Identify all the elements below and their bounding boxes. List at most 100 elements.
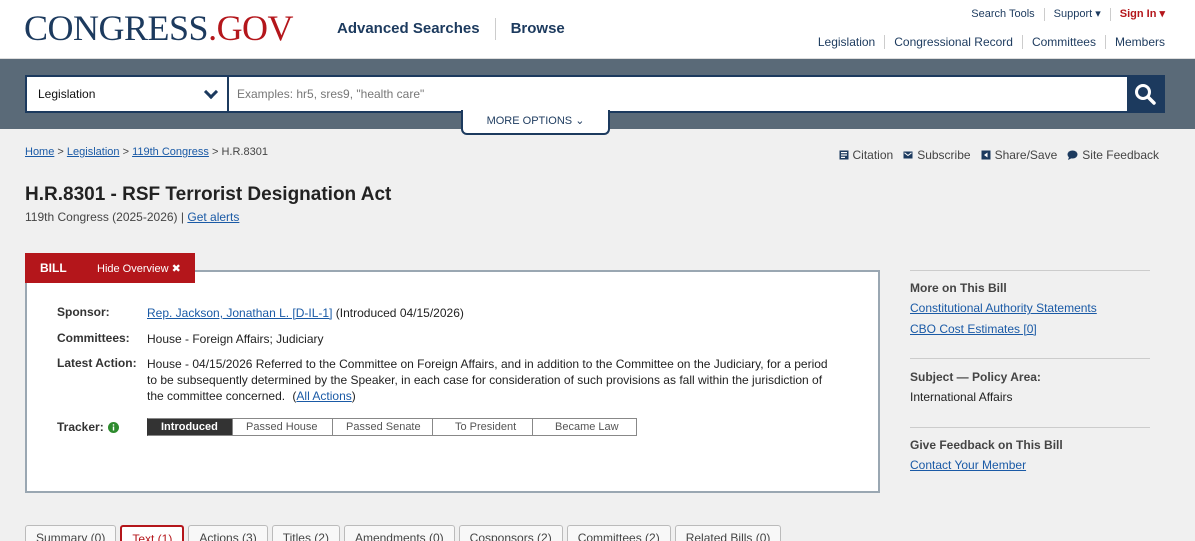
tracker-stage-to-president: To President: [433, 418, 533, 436]
policy-area-value: International Affairs: [910, 390, 1013, 404]
tracker-label: Tracker:: [57, 420, 104, 434]
breadcrumb-separator: >: [211, 146, 219, 158]
bill-tab-label: BILL: [40, 261, 67, 275]
collection-selected-value: Legislation: [38, 87, 96, 101]
latest-action-text: House - 04/15/2026 Referred to the Commi…: [147, 357, 828, 403]
latest-action-value: House - 04/15/2026 Referred to the Commi…: [147, 356, 837, 404]
hide-overview-button[interactable]: Hide Overview ✖: [97, 262, 181, 275]
search-icon: [1135, 84, 1156, 105]
subscribe-label: Subscribe: [917, 148, 971, 162]
nav-advanced-searches[interactable]: Advanced Searches: [337, 18, 495, 40]
paren-close: ): [351, 389, 356, 403]
policy-area-heading: Subject — Policy Area:: [910, 370, 1041, 384]
side-divider: [910, 358, 1150, 359]
logo-congress-text: CONGRESS: [24, 8, 209, 48]
main-nav: Advanced Searches Browse: [337, 18, 580, 40]
nav-browse[interactable]: Browse: [494, 18, 580, 40]
bill-tabs: Summary (0) Text (1) Actions (3) Titles …: [25, 525, 785, 541]
contact-your-member-link[interactable]: Contact Your Member: [910, 458, 1150, 472]
nav-legislation[interactable]: Legislation: [809, 35, 884, 49]
subscribe-button[interactable]: Subscribe: [903, 148, 971, 162]
breadcrumb-separator: >: [57, 146, 64, 158]
bill-overview-panel: Sponsor: Rep. Jackson, Jonathan L. [D-IL…: [25, 270, 880, 493]
more-options-toggle[interactable]: MORE OPTIONS ⌄: [461, 110, 610, 135]
feedback-heading: Give Feedback on This Bill: [910, 438, 1063, 452]
tab-committees[interactable]: Committees (2): [566, 525, 671, 541]
tab-related-bills[interactable]: Related Bills (0): [674, 525, 782, 541]
cbo-cost-estimates-link[interactable]: CBO Cost Estimates [0]: [910, 322, 1150, 336]
citation-icon: [839, 150, 848, 160]
share-save-button[interactable]: Share/Save: [981, 148, 1058, 162]
tab-summary[interactable]: Summary (0): [25, 525, 117, 541]
search-input[interactable]: [229, 77, 1127, 111]
page-tools: Citation Subscribe Share/Save Site Feedb…: [829, 148, 1159, 162]
breadcrumb-current: H.R.8301: [221, 146, 268, 158]
breadcrumb-separator: >: [122, 146, 129, 158]
all-actions-link[interactable]: All Actions: [296, 389, 351, 403]
committees-row: Committees: House - Foreign Affairs; Jud…: [57, 331, 837, 347]
breadcrumb-congress[interactable]: 119th Congress: [132, 146, 209, 158]
congress-gov-logo[interactable]: CONGRESS.GOV: [24, 8, 294, 48]
tab-titles[interactable]: Titles (2): [271, 525, 340, 541]
committees-label: Committees:: [57, 331, 130, 345]
committees-value: House - Foreign Affairs; Judiciary: [147, 332, 324, 346]
sponsor-row: Sponsor: Rep. Jackson, Jonathan L. [D-IL…: [57, 305, 837, 321]
collection-select[interactable]: Legislation: [27, 77, 229, 111]
latest-action-label: Latest Action:: [57, 356, 137, 370]
search-bar: Legislation: [25, 75, 1165, 113]
bill-overview-tab: BILL Hide Overview ✖: [25, 253, 195, 283]
sponsor-value: Rep. Jackson, Jonathan L. [D-IL-1] (Intr…: [147, 305, 837, 321]
feedback-section: Give Feedback on This Bill Contact Your …: [910, 438, 1150, 479]
tracker-stage-passed-house: Passed House: [233, 418, 333, 436]
breadcrumb-home[interactable]: Home: [25, 146, 54, 158]
site-feedback-button[interactable]: Site Feedback: [1067, 148, 1159, 162]
congress-label: 119th Congress (2025-2026): [25, 210, 178, 224]
get-alerts-link[interactable]: Get alerts: [187, 210, 239, 224]
logo-dot: .: [208, 8, 217, 48]
page-title: H.R.8301 - RSF Terrorist Designation Act: [25, 184, 392, 205]
support-menu[interactable]: Support ▾: [1043, 8, 1110, 21]
sign-in-menu[interactable]: Sign In ▾: [1109, 8, 1165, 21]
more-on-bill-heading: More on This Bill: [910, 281, 1007, 295]
sponsor-link[interactable]: Rep. Jackson, Jonathan L. [D-IL-1]: [147, 306, 332, 320]
latest-action-row: Latest Action: House - 04/15/2026 Referr…: [57, 356, 837, 404]
site-feedback-label: Site Feedback: [1082, 148, 1159, 162]
tab-amendments[interactable]: Amendments (0): [343, 525, 455, 541]
share-save-label: Share/Save: [994, 148, 1058, 162]
constitutional-authority-link[interactable]: Constitutional Authority Statements: [910, 301, 1150, 315]
nav-members[interactable]: Members: [1104, 35, 1165, 49]
sponsor-label: Sponsor:: [57, 305, 110, 319]
section-nav: Legislation Congressional Record Committ…: [809, 35, 1165, 49]
tab-actions[interactable]: Actions (3): [188, 525, 268, 541]
chevron-down-icon: [203, 84, 219, 99]
congress-session: 119th Congress (2025-2026) | Get alerts: [25, 210, 239, 224]
more-on-bill-section: More on This Bill Constitutional Authori…: [910, 281, 1150, 343]
search-tools-link[interactable]: Search Tools: [962, 8, 1043, 21]
tracker-stage-introduced: Introduced: [147, 418, 233, 436]
nav-congressional-record[interactable]: Congressional Record: [884, 35, 1022, 49]
info-icon[interactable]: [107, 421, 119, 433]
speech-bubble-icon: [1067, 150, 1078, 160]
side-divider: [910, 427, 1150, 428]
tracker-label-wrap: Tracker:: [57, 418, 147, 436]
bill-status-tracker: Introduced Passed House Passed Senate To…: [147, 418, 637, 436]
tracker-stage-passed-senate: Passed Senate: [333, 418, 433, 436]
tracker-row: Tracker: Introduced Passed House Passed …: [57, 418, 637, 436]
citation-label: Citation: [852, 148, 894, 162]
logo-gov-text: GOV: [216, 8, 294, 48]
tab-text[interactable]: Text (1): [120, 525, 185, 541]
breadcrumb: Home > Legislation > 119th Congress > H.…: [25, 146, 268, 158]
side-divider: [910, 270, 1150, 271]
site-header: CONGRESS.GOV Advanced Searches Browse Se…: [0, 0, 1195, 59]
citation-button[interactable]: Citation: [839, 148, 894, 162]
tab-cosponsors[interactable]: Cosponsors (2): [458, 525, 563, 541]
policy-area-section: Subject — Policy Area: International Aff…: [910, 370, 1150, 404]
search-button[interactable]: [1127, 77, 1163, 111]
tracker-stage-became-law: Became Law: [533, 418, 637, 436]
breadcrumb-legislation[interactable]: Legislation: [67, 146, 120, 158]
share-icon: [981, 150, 991, 160]
nav-committees[interactable]: Committees: [1021, 35, 1105, 49]
introduced-date: (Introduced 04/15/2026): [335, 306, 464, 320]
envelope-icon: [903, 151, 913, 159]
utility-nav: Search Tools Support ▾ Sign In ▾: [962, 8, 1165, 21]
